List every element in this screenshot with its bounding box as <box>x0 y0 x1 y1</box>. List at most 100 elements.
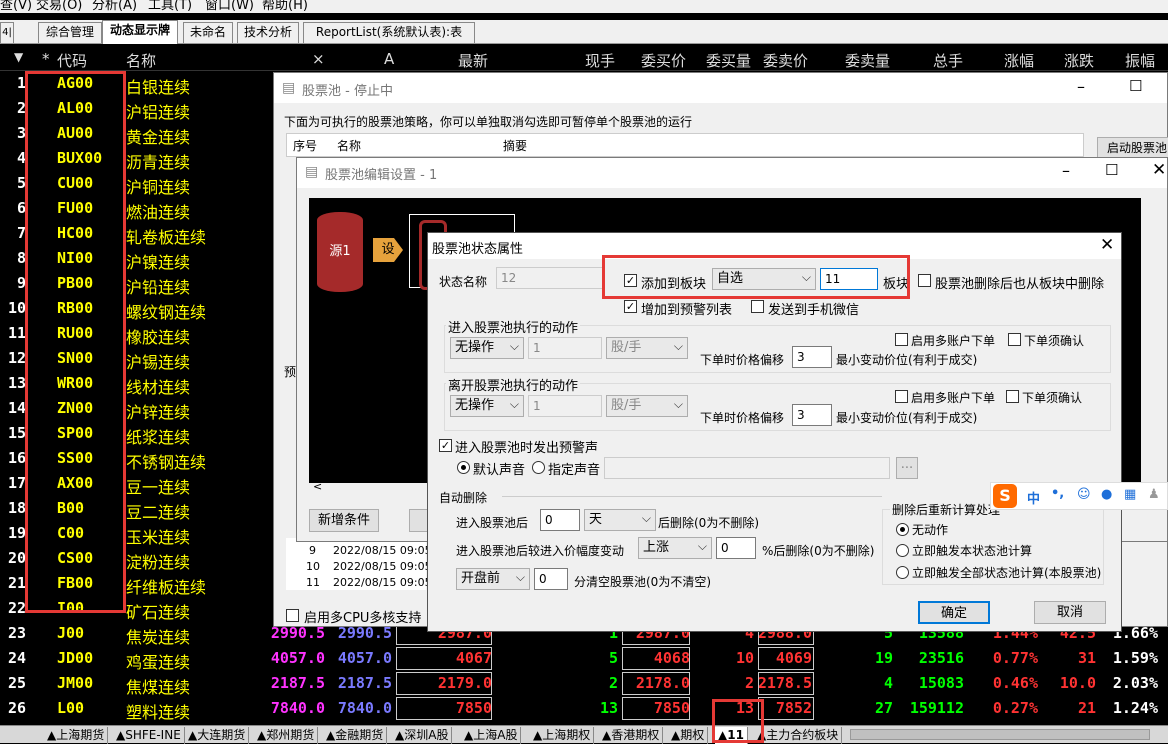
enter-unit-select[interactable]: 股/手 <box>606 336 688 359</box>
market-tab-option[interactable]: ▲期权 <box>668 727 709 744</box>
vertical-scrollbar[interactable] <box>1141 198 1157 483</box>
col-latest[interactable]: 最新 <box>458 50 488 71</box>
table-row[interactable]: 25 JM00 焦煤连续 2187.5 2187.5 2179.0 2 2178.0 2 2178… <box>0 671 1168 697</box>
enter-action-select[interactable]: 无操作 <box>450 336 524 359</box>
sound-alert-checkbox[interactable]: ✓ <box>439 439 452 452</box>
custom-sound-radio[interactable] <box>532 461 545 474</box>
tab-dynamic-board[interactable]: 动态显示牌 <box>102 20 178 44</box>
recalc-none-radio[interactable] <box>896 523 909 536</box>
enter-confirm-checkbox[interactable] <box>1008 333 1021 346</box>
tab-reportlist[interactable]: ReportList(系统默认表):表 <box>303 22 475 43</box>
maximize-icon[interactable]: ☐ <box>1129 77 1142 95</box>
col-total[interactable]: 总手 <box>933 50 963 71</box>
leave-offset-input[interactable]: 3 <box>792 404 832 426</box>
minimize-icon[interactable]: – <box>1062 161 1070 180</box>
col-star[interactable]: * <box>42 50 50 68</box>
col-chg[interactable]: 涨跌 <box>1064 50 1094 71</box>
col-name[interactable]: 名称 <box>126 50 156 71</box>
ok-button[interactable]: 确定 <box>918 601 990 624</box>
table-row[interactable]: 24 JD00 鸡蛋连续 4057.0 4057.0 4067 5 4068 10 4069 19 2… <box>0 646 1168 672</box>
ime-mode[interactable]: 中 <box>1027 488 1040 507</box>
sound-file-input[interactable] <box>604 457 890 479</box>
edit-icon: ▤ <box>305 164 319 180</box>
emoji-icon[interactable]: ☺ <box>1077 487 1091 502</box>
browse-sound-button[interactable]: ... <box>896 457 918 479</box>
set-node[interactable]: 设 <box>373 238 403 262</box>
col-pct[interactable]: 涨幅 <box>1004 50 1034 71</box>
tab-overview[interactable]: 综合管理 <box>38 22 102 43</box>
enter-offset-input[interactable]: 3 <box>792 346 832 368</box>
market-tab-main-contract[interactable]: ▲主力合约板块 <box>754 727 843 744</box>
menu-help[interactable]: 帮助(H) <box>262 0 308 13</box>
row-name: 沪锌连续 <box>126 403 191 422</box>
minimize-icon[interactable]: – <box>1077 77 1085 96</box>
menu-analysis[interactable]: 分析(A) <box>92 0 137 13</box>
recalc-all-radio[interactable] <box>896 566 909 579</box>
row-a2: 2187.5 <box>337 674 392 692</box>
market-tab-sh-option[interactable]: ▲上海期权 <box>530 727 595 744</box>
leave-unit-select[interactable]: 股/手 <box>606 394 688 417</box>
day-unit-select[interactable]: 天 <box>584 508 656 531</box>
enter-multi-account-checkbox[interactable] <box>895 333 908 346</box>
cancel-button[interactable]: 取消 <box>1034 601 1106 624</box>
close-icon[interactable]: × <box>312 50 325 68</box>
close-icon[interactable]: ✕ <box>1152 160 1166 180</box>
market-tab-czce[interactable]: ▲郑州期货 <box>254 727 319 744</box>
multi-cpu-checkbox[interactable] <box>286 609 299 622</box>
table-row[interactable]: 26 L00 塑料连续 7840.0 7840.0 7850 13 7850 13 7852 27 1… <box>0 696 1168 722</box>
price-pct-input[interactable]: 0 <box>716 537 756 559</box>
user-icon[interactable]: ♟ <box>1148 487 1160 502</box>
col-askvol[interactable]: 委卖量 <box>845 50 890 71</box>
menu-view[interactable]: 查(V) <box>0 0 32 13</box>
col-ask[interactable]: 委卖价 <box>763 50 808 71</box>
remove-on-delete-checkbox[interactable] <box>918 274 931 287</box>
col-amp[interactable]: 振幅 <box>1125 50 1155 71</box>
scroll-left-icon[interactable]: < <box>313 480 322 493</box>
default-sound-radio[interactable] <box>457 461 470 474</box>
col-bid[interactable]: 委买价 <box>641 50 686 71</box>
state-name-input[interactable]: 12 <box>496 267 604 289</box>
keyboard-icon[interactable]: ▦ <box>1124 487 1136 502</box>
row-amp: 1.59% <box>1112 649 1158 667</box>
market-tab-dce[interactable]: ▲大连期货 <box>185 727 250 744</box>
leave-qty-input[interactable]: 1 <box>528 395 602 417</box>
market-tab-sh-a[interactable]: ▲上海A股 <box>461 727 522 744</box>
menu-window[interactable]: 窗口(W) <box>205 0 254 13</box>
enter-qty-input[interactable]: 1 <box>528 337 602 359</box>
market-tab-sz-a[interactable]: ▲深圳A股 <box>392 727 453 744</box>
maximize-icon[interactable]: ☐ <box>1105 161 1118 179</box>
market-tab-shfe[interactable]: ▲上海期货 <box>44 727 109 744</box>
microphone-icon[interactable]: ● <box>1101 487 1112 502</box>
horizontal-scrollbar[interactable] <box>850 729 1150 740</box>
recalc-this-radio[interactable] <box>896 544 909 557</box>
leave-multi-account-checkbox[interactable] <box>895 390 908 403</box>
leave-confirm-checkbox[interactable] <box>1006 390 1019 403</box>
close-icon[interactable]: ✕ <box>1100 235 1114 255</box>
clear-time-select[interactable]: 开盘前 <box>456 567 530 590</box>
tab-technical[interactable]: 技术分析 <box>237 22 299 43</box>
market-tab-shfe-ine[interactable]: ▲SHFE-INE <box>113 727 185 744</box>
sort-icon[interactable]: ▼ <box>14 50 23 64</box>
leave-action-select[interactable]: 无操作 <box>450 394 524 417</box>
pool-state-properties-dialog: 股票池状态属性 ✕ 状态名称 12 ✓ 添加到板块 自选 11 板块 股票池删除… <box>427 232 1122 632</box>
menu-trade[interactable]: 交易(O) <box>36 0 82 13</box>
tab-untitled[interactable]: 未命名 <box>183 22 233 43</box>
market-tab-hk-option[interactable]: ▲香港期权 <box>599 727 664 744</box>
add-condition-button[interactable]: 新增条件 <box>309 509 379 532</box>
edit-button-partial[interactable] <box>409 509 429 532</box>
add-alert-checkbox[interactable]: ✓ <box>624 300 637 313</box>
sogou-logo-icon[interactable]: S <box>993 484 1017 508</box>
tab-scroll-left[interactable]: 4| <box>0 22 14 43</box>
source-node[interactable]: 源1 <box>317 212 363 292</box>
clear-minutes-input[interactable]: 0 <box>534 568 568 590</box>
col-code[interactable]: 代码 <box>57 50 87 71</box>
delete-days-input[interactable]: 0 <box>540 509 580 531</box>
market-tab-cffex[interactable]: ▲金融期货 <box>323 727 388 744</box>
col-current[interactable]: 现手 <box>585 50 615 71</box>
ime-punct[interactable]: •, <box>1051 486 1064 501</box>
menu-tools[interactable]: 工具(T) <box>148 0 192 13</box>
send-wechat-checkbox[interactable] <box>751 300 764 313</box>
col-a[interactable]: A <box>384 50 394 68</box>
col-bidvol[interactable]: 委买量 <box>706 50 751 71</box>
price-direction-select[interactable]: 上涨 <box>638 536 712 559</box>
